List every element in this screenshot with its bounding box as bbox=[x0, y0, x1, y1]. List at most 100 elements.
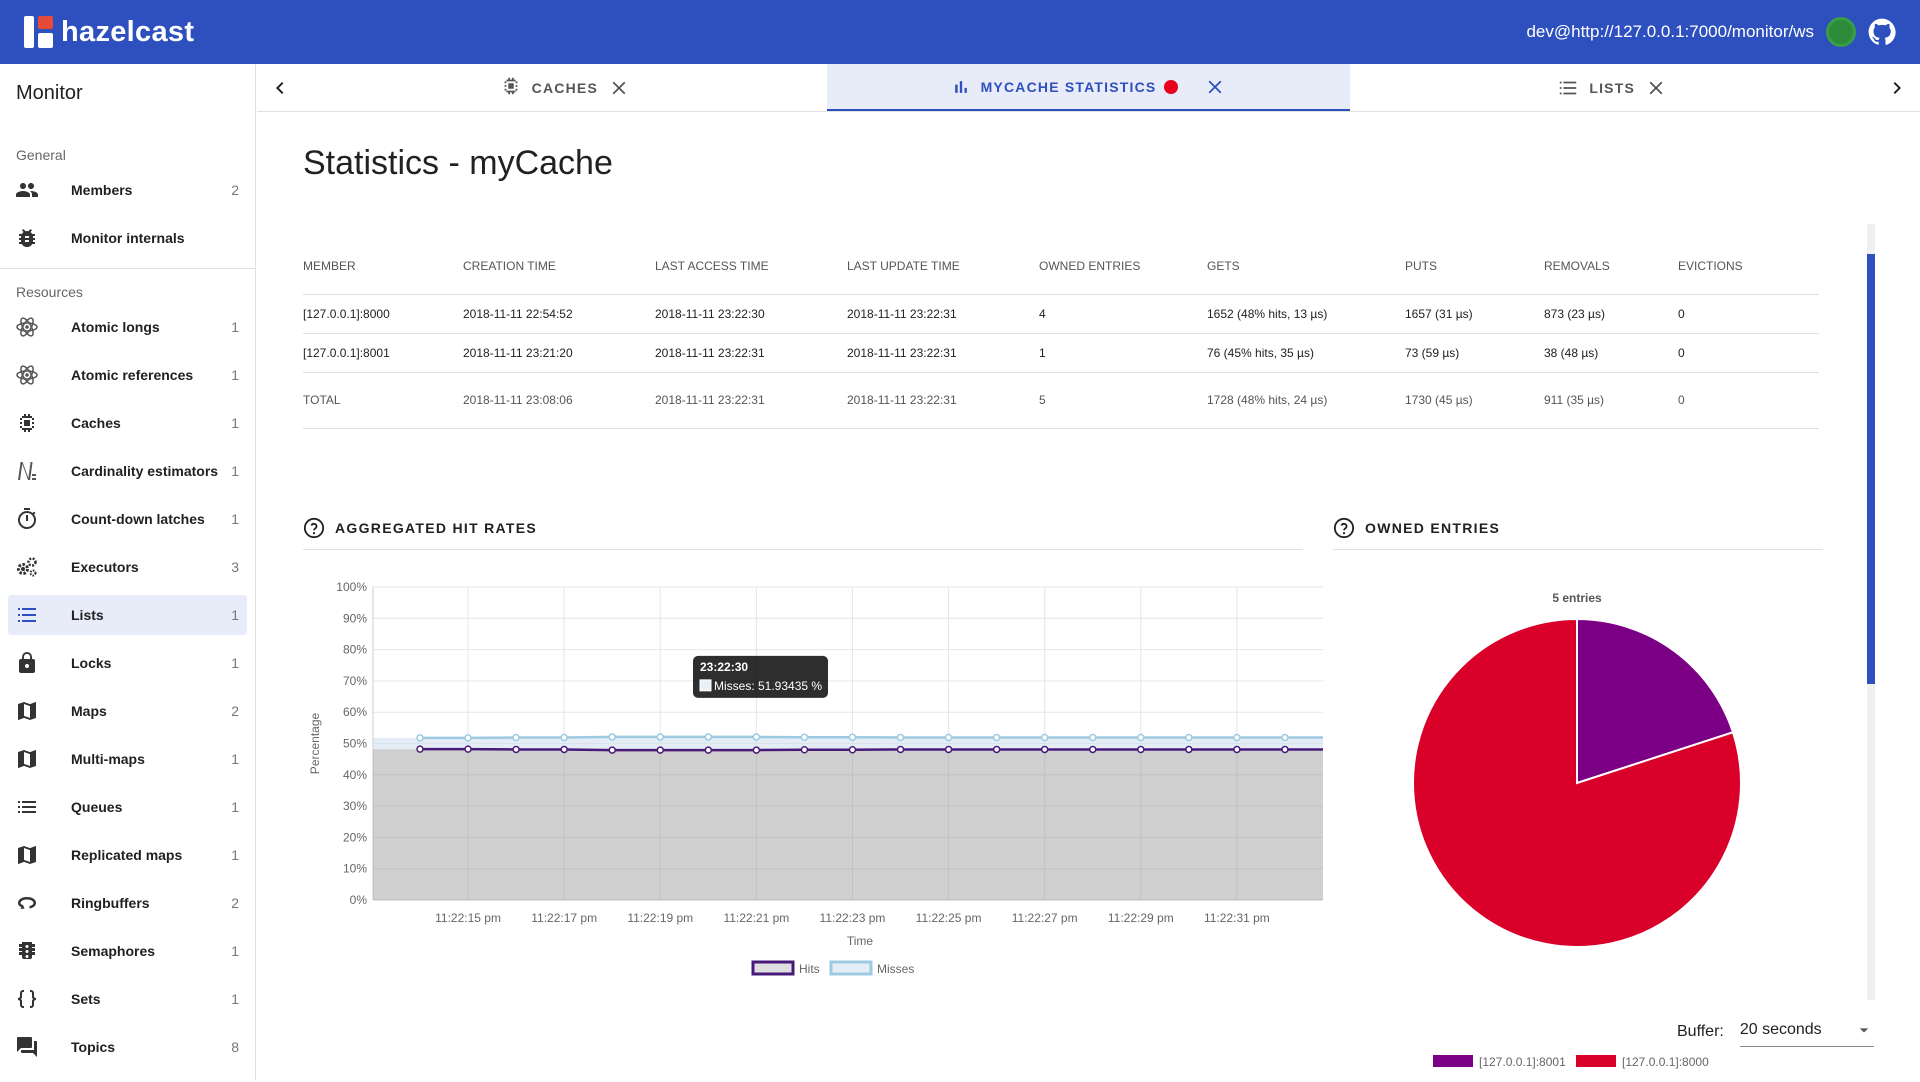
legend-label-hits[interactable]: Hits bbox=[799, 962, 820, 976]
sidebar-item-lists[interactable]: Lists 1 bbox=[8, 595, 247, 635]
data-point-misses[interactable] bbox=[1040, 733, 1049, 742]
data-point-hits[interactable] bbox=[752, 746, 761, 754]
help-icon[interactable] bbox=[1333, 517, 1355, 539]
sidebar-item-replicated-maps[interactable]: Replicated maps 1 bbox=[8, 835, 247, 875]
sidebar-item-label: Monitor internals bbox=[71, 230, 185, 246]
column-header[interactable]: OWNED ENTRIES bbox=[1039, 238, 1207, 295]
data-point-misses[interactable] bbox=[512, 733, 520, 742]
data-point-hits[interactable] bbox=[512, 745, 520, 754]
sidebar-item-atomic-references[interactable]: Atomic references 1 bbox=[8, 355, 247, 395]
data-point-hits[interactable] bbox=[608, 746, 616, 754]
tab-lists[interactable]: LISTS bbox=[1350, 64, 1874, 111]
data-point-misses[interactable] bbox=[1185, 733, 1193, 742]
data-point-hits[interactable] bbox=[704, 746, 713, 754]
data-point-hits[interactable] bbox=[944, 745, 953, 754]
sidebar: Monitor General Members 2 Monitor internal… bbox=[0, 64, 256, 1080]
legend-label[interactable]: [127.0.0.1]:8000 bbox=[1622, 1055, 1709, 1069]
data-point-misses[interactable] bbox=[704, 733, 713, 741]
data-point-misses[interactable] bbox=[752, 733, 761, 741]
sidebar-item-ringbuffers[interactable]: Ringbuffers 2 bbox=[8, 883, 247, 923]
column-header[interactable]: EVICTIONS bbox=[1678, 238, 1819, 295]
data-point-misses[interactable] bbox=[800, 733, 809, 741]
tab-mycache-statistics[interactable]: MYCACHE STATISTICS bbox=[826, 64, 1351, 111]
sidebar-item-executors[interactable]: Executors 3 bbox=[8, 547, 247, 587]
legend-label-misses[interactable]: Misses bbox=[877, 962, 914, 976]
sidebar-item-sets[interactable]: Sets 1 bbox=[8, 979, 247, 1019]
data-point-misses[interactable] bbox=[992, 733, 1001, 742]
data-point-misses[interactable] bbox=[896, 733, 905, 742]
sidebar-item-topics[interactable]: Topics 8 bbox=[8, 1027, 247, 1067]
close-icon[interactable] bbox=[1645, 77, 1667, 99]
data-point-hits[interactable] bbox=[848, 746, 857, 754]
data-point-misses[interactable] bbox=[464, 734, 472, 742]
legend-swatch-misses[interactable] bbox=[829, 960, 873, 976]
table-cell: 873 (23 µs) bbox=[1544, 294, 1678, 334]
column-header[interactable]: CREATION TIME bbox=[463, 238, 655, 295]
statistics-table: MEMBER CREATION TIME LAST ACCESS TIME LAST … bbox=[303, 238, 1819, 429]
sidebar-item-multi-maps[interactable]: Multi-maps 1 bbox=[8, 739, 247, 779]
scrollbar-thumb[interactable] bbox=[1867, 254, 1875, 684]
data-point-hits[interactable] bbox=[464, 745, 472, 753]
data-point-hits[interactable] bbox=[416, 745, 424, 753]
section-label-resources: Resources bbox=[16, 284, 83, 300]
data-point-hits[interactable] bbox=[1281, 745, 1289, 754]
column-header[interactable]: GETS bbox=[1207, 238, 1405, 295]
data-point-hits[interactable] bbox=[656, 746, 665, 754]
queue-icon bbox=[15, 795, 39, 819]
tab-caches[interactable]: CACHES bbox=[303, 64, 827, 111]
column-header[interactable]: LAST UPDATE TIME bbox=[847, 238, 1039, 295]
close-icon[interactable] bbox=[608, 77, 630, 99]
data-point-hits[interactable] bbox=[1040, 745, 1049, 754]
data-point-misses[interactable] bbox=[656, 733, 665, 741]
data-point-misses[interactable] bbox=[1233, 733, 1241, 742]
sidebar-item-atomic-longs[interactable]: Atomic longs 1 bbox=[8, 307, 247, 347]
column-header[interactable]: LAST ACCESS TIME bbox=[655, 238, 847, 295]
legend-swatch[interactable] bbox=[1576, 1055, 1616, 1067]
legend-label[interactable]: [127.0.0.1]:8001 bbox=[1479, 1055, 1566, 1069]
sidebar-item-members[interactable]: Members 2 bbox=[8, 170, 247, 210]
table-cell: 0 bbox=[1678, 333, 1819, 373]
data-point-misses[interactable] bbox=[944, 733, 953, 742]
sidebar-item-locks[interactable]: Locks 1 bbox=[8, 643, 247, 683]
data-point-hits[interactable] bbox=[1088, 745, 1097, 754]
column-header[interactable]: MEMBER bbox=[303, 238, 463, 295]
column-header[interactable]: REMOVALS bbox=[1544, 238, 1678, 295]
buffer-select[interactable]: 20 seconds bbox=[1739, 1016, 1874, 1047]
data-point-misses[interactable] bbox=[416, 734, 424, 742]
sidebar-item-maps[interactable]: Maps 2 bbox=[8, 691, 247, 731]
data-point-hits[interactable] bbox=[1233, 745, 1241, 754]
close-icon[interactable] bbox=[1204, 76, 1226, 98]
data-point-hits[interactable] bbox=[896, 745, 905, 754]
sidebar-item-count-down-latches[interactable]: Count-down latches 1 bbox=[8, 499, 247, 539]
table-row[interactable]: [127.0.0.1]:8001 2018-11-11 23:21:20 2018-… bbox=[303, 333, 1819, 373]
data-point-misses[interactable] bbox=[848, 733, 857, 741]
data-point-hits[interactable] bbox=[560, 745, 568, 754]
y-axis-label: Percentage bbox=[308, 712, 322, 774]
sidebar-item-semaphores[interactable]: Semaphores 1 bbox=[8, 931, 247, 971]
tabs-scroll-left-button[interactable] bbox=[257, 64, 303, 111]
sidebar-item-label: Replicated maps bbox=[71, 847, 183, 863]
data-point-hits[interactable] bbox=[1137, 745, 1145, 754]
sidebar-item-monitor-internals[interactable]: Monitor internals bbox=[8, 218, 247, 258]
github-icon[interactable] bbox=[1868, 18, 1896, 46]
pie-title: 5 entries bbox=[1552, 591, 1602, 605]
data-point-misses[interactable] bbox=[560, 733, 568, 742]
data-point-hits[interactable] bbox=[800, 746, 809, 754]
data-point-hits[interactable] bbox=[1185, 745, 1193, 754]
sidebar-item-queues[interactable]: Queues 1 bbox=[8, 787, 247, 827]
data-point-misses[interactable] bbox=[1137, 733, 1145, 742]
table-row[interactable]: [127.0.0.1]:8000 2018-11-11 22:54:52 2018-… bbox=[303, 294, 1819, 334]
column-header[interactable]: PUTS bbox=[1405, 238, 1544, 295]
sidebar-item-cardinality-estimators[interactable]: Cardinality estimators 1 bbox=[8, 451, 247, 491]
legend-swatch[interactable] bbox=[1433, 1055, 1473, 1067]
table-cell: 2018-11-11 23:22:31 bbox=[847, 294, 1039, 334]
help-icon[interactable] bbox=[303, 517, 325, 539]
hazelcast-logo[interactable]: hazelcast bbox=[24, 16, 194, 49]
data-point-hits[interactable] bbox=[992, 745, 1001, 754]
legend-swatch-hits[interactable] bbox=[751, 960, 795, 976]
tabs-scroll-right-button[interactable] bbox=[1874, 64, 1920, 111]
data-point-misses[interactable] bbox=[1281, 733, 1289, 742]
data-point-misses[interactable] bbox=[608, 733, 616, 741]
data-point-misses[interactable] bbox=[1088, 733, 1097, 742]
sidebar-item-caches[interactable]: Caches 1 bbox=[8, 403, 247, 443]
